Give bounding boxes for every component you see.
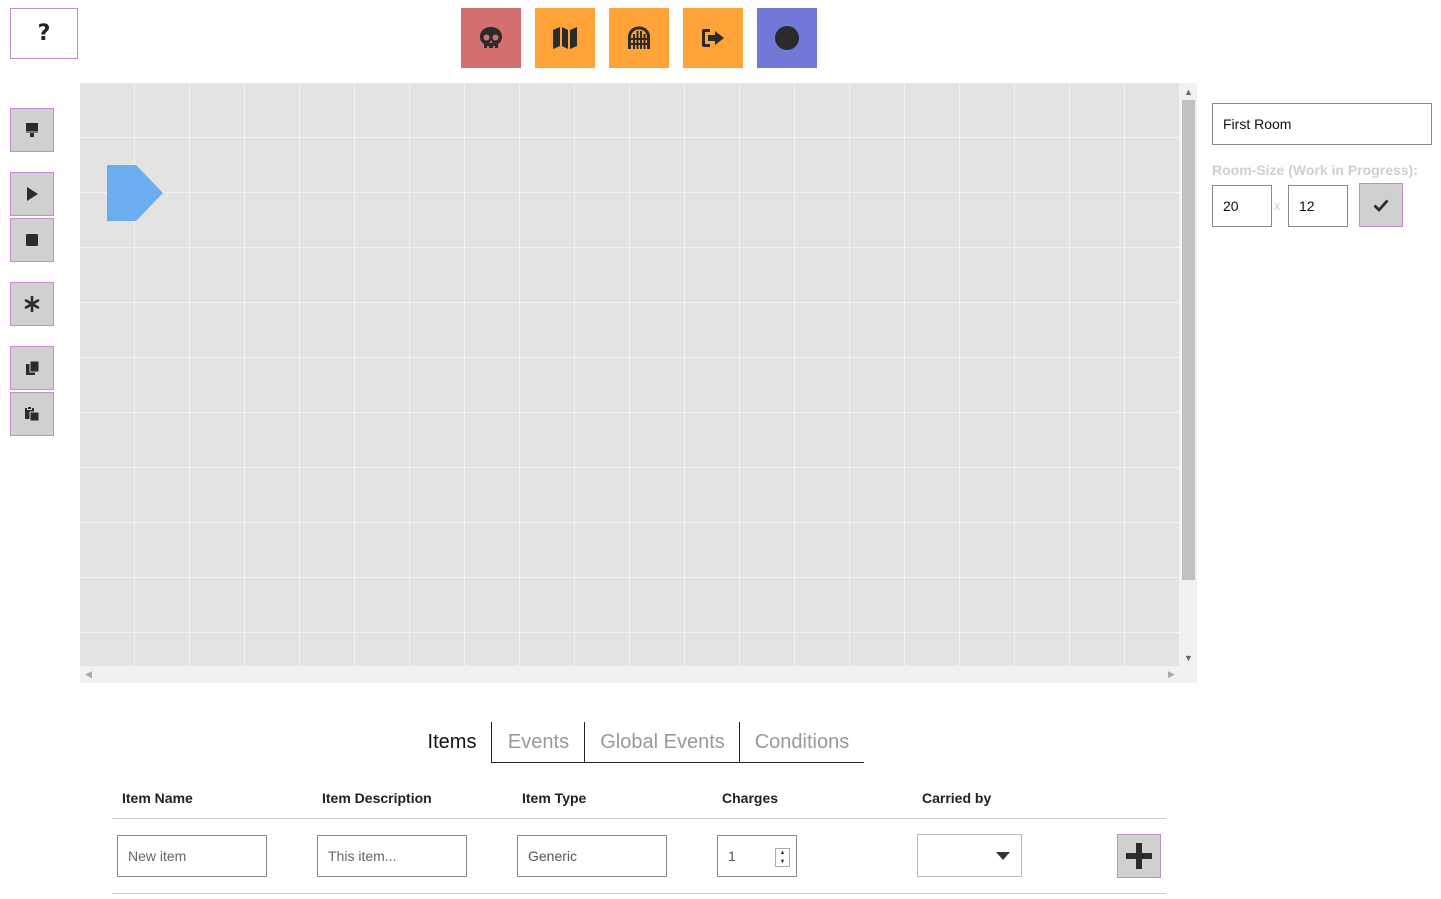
room-width-input[interactable] bbox=[1212, 185, 1272, 227]
charges-value: 1 bbox=[728, 848, 736, 864]
paste-icon bbox=[25, 406, 40, 422]
header-carried-by: Carried by bbox=[922, 790, 992, 806]
play-icon bbox=[27, 187, 38, 201]
paste-button[interactable] bbox=[10, 392, 54, 436]
item-name-input[interactable] bbox=[117, 835, 267, 877]
table-row-divider bbox=[112, 893, 1166, 894]
stop-icon bbox=[26, 234, 38, 246]
plus-icon bbox=[1126, 843, 1152, 869]
gate-icon bbox=[628, 26, 650, 49]
exit-mode-button[interactable] bbox=[683, 8, 743, 68]
player-start-marker[interactable] bbox=[106, 165, 164, 221]
tab-items[interactable]: Items bbox=[412, 722, 492, 763]
tab-events[interactable]: Events bbox=[491, 722, 585, 763]
header-item-type: Item Type bbox=[522, 790, 587, 806]
carried-by-select[interactable] bbox=[917, 834, 1022, 877]
skull-mode-button[interactable] bbox=[461, 8, 521, 68]
spinner-icon[interactable]: ▲ ▼ bbox=[775, 848, 790, 867]
skull-icon bbox=[480, 27, 502, 48]
item-description-input[interactable] bbox=[317, 835, 467, 877]
paint-tool-button[interactable] bbox=[10, 108, 54, 152]
chevron-down-icon bbox=[996, 852, 1010, 860]
map-icon bbox=[553, 27, 577, 49]
room-size-label: Room-Size (Work in Progress): bbox=[1212, 162, 1418, 178]
door-mode-button[interactable] bbox=[609, 8, 669, 68]
stop-button[interactable] bbox=[10, 218, 54, 262]
item-type-input[interactable] bbox=[517, 835, 667, 877]
room-size-separator: x bbox=[1274, 198, 1281, 213]
copy-icon bbox=[26, 360, 40, 375]
header-item-name: Item Name bbox=[122, 790, 193, 806]
play-button[interactable] bbox=[10, 172, 54, 216]
asterisk-button[interactable] bbox=[10, 282, 54, 326]
room-name-input[interactable] bbox=[1212, 103, 1432, 145]
circle-icon bbox=[775, 26, 799, 50]
help-label: ? bbox=[37, 21, 51, 46]
apply-room-size-button[interactable] bbox=[1359, 183, 1403, 227]
asterisk-icon bbox=[24, 296, 40, 312]
horizontal-scrollbar[interactable] bbox=[80, 666, 1180, 683]
table-header-divider bbox=[112, 818, 1166, 819]
scroll-right-icon[interactable]: ▶ bbox=[1163, 666, 1180, 683]
header-item-description: Item Description bbox=[322, 790, 432, 806]
map-mode-button[interactable] bbox=[535, 8, 595, 68]
room-grid[interactable] bbox=[80, 83, 1180, 666]
tab-global-events[interactable]: Global Events bbox=[584, 722, 740, 763]
help-button[interactable]: ? bbox=[10, 8, 78, 59]
paint-icon bbox=[26, 123, 38, 137]
add-item-button[interactable] bbox=[1117, 834, 1161, 878]
header-charges: Charges bbox=[722, 790, 779, 806]
exit-icon bbox=[702, 29, 724, 47]
scroll-left-icon[interactable]: ◀ bbox=[80, 666, 97, 683]
copy-button[interactable] bbox=[10, 346, 54, 390]
tab-items-label: Items bbox=[427, 731, 477, 753]
tab-events-label: Events bbox=[507, 730, 570, 753]
circle-mode-button[interactable] bbox=[757, 8, 817, 68]
scroll-up-icon[interactable]: ▲ bbox=[1180, 83, 1197, 100]
room-height-input[interactable] bbox=[1288, 185, 1348, 227]
checkmark-icon bbox=[1373, 199, 1389, 213]
charges-stepper[interactable]: 1 ▲ ▼ bbox=[717, 835, 797, 877]
tab-conditions[interactable]: Conditions bbox=[739, 722, 864, 763]
tab-conditions-label: Conditions bbox=[754, 730, 850, 753]
tab-global-events-label: Global Events bbox=[600, 730, 725, 753]
vertical-scroll-thumb[interactable] bbox=[1182, 100, 1195, 580]
scroll-down-icon[interactable]: ▼ bbox=[1180, 649, 1197, 666]
